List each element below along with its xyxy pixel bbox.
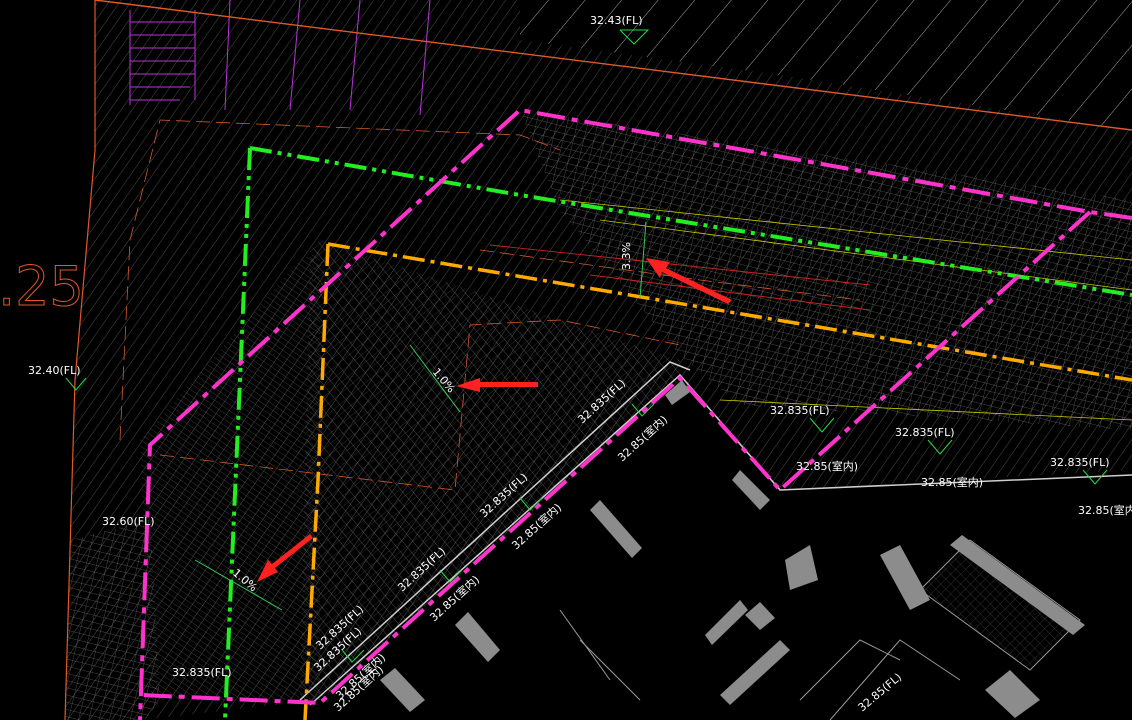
elevation-left-lower: 32.60(FL) bbox=[102, 515, 155, 528]
elevation-right-in-3: 32.85(室内) bbox=[1078, 503, 1132, 517]
large-label: .25 bbox=[0, 255, 84, 318]
elevation-right-fl-1: 32.835(FL) bbox=[770, 404, 830, 417]
elevation-right-in-1: 32.85(室内) bbox=[796, 459, 858, 473]
elevation-top: 32.43(FL) bbox=[590, 14, 643, 27]
elevation-right-fl-2: 32.835(FL) bbox=[895, 426, 955, 439]
elevation-right-fl-3: 32.835(FL) bbox=[1050, 456, 1110, 469]
elevation-left: 32.40(FL) bbox=[28, 364, 81, 377]
elevation-right-in-2: 32.85(室内) bbox=[921, 475, 983, 489]
slope-label-1: 3.3% bbox=[620, 242, 633, 270]
cad-drawing-canvas: .25 32.43(FL) 32.40(FL) 32.60(FL) 32.835… bbox=[0, 0, 1132, 720]
elevation-bottom-left: 32.835(FL) bbox=[172, 666, 232, 679]
